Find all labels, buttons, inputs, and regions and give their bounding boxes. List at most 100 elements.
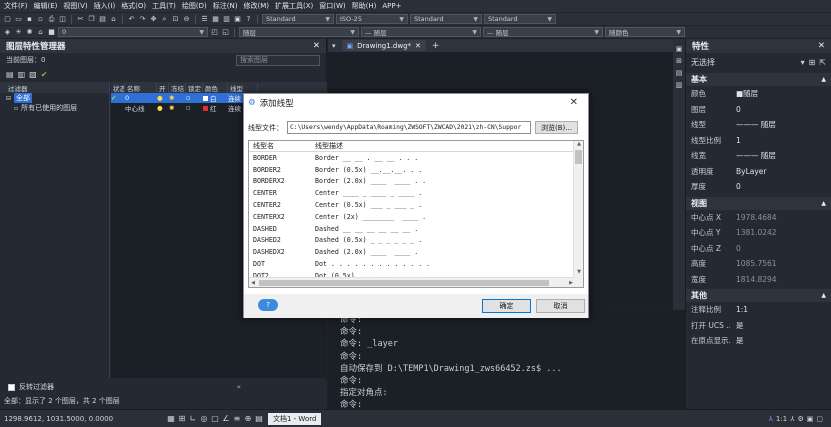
property-section-header[interactable]: 其他 ▲	[686, 289, 831, 302]
property-row[interactable]: 中心点 Z 0	[686, 241, 831, 257]
delete-layer-icon[interactable]: ▧	[29, 70, 37, 79]
property-value[interactable]: 是	[730, 320, 831, 331]
property-row[interactable]: 厚度 0	[686, 179, 831, 195]
hscroll-thumb[interactable]	[259, 280, 549, 286]
quick-select-icon[interactable]: ⊞	[676, 57, 682, 65]
invert-filter-checkbox[interactable]	[8, 383, 15, 391]
command-history[interactable]: 命令: 命令: 命令: _layer 命令: 自动保存到 D:\TEMP1\Drawin…	[328, 310, 685, 410]
dim-style-select[interactable]: ISO-25 ▼	[336, 14, 408, 24]
horizontal-scrollbar[interactable]: ◀ ▶	[249, 277, 575, 287]
linetype-list[interactable]: 线型名 线型描述 BORDER Border __ __ . __ __ . . …	[248, 140, 584, 288]
col-linetype-name[interactable]: 线型名	[249, 141, 315, 151]
paste-icon[interactable]: ▤	[98, 15, 107, 24]
property-section-header[interactable]: 基本 ▲	[686, 73, 831, 86]
collapse-arrow-icon[interactable]: «	[237, 383, 241, 391]
help-button[interactable]: ?	[258, 299, 278, 311]
make-current-icon[interactable]: ◰	[210, 28, 219, 37]
property-value[interactable]: 0	[730, 244, 831, 253]
fullscreen-icon[interactable]: ▢	[816, 415, 823, 423]
tab-menu-icon[interactable]: ▾	[332, 42, 336, 50]
new-layer-vp-icon[interactable]: ▥	[18, 70, 26, 79]
menu-item[interactable]: 文件(F)	[4, 1, 28, 11]
property-row[interactable]: 注释比例 1:1	[686, 302, 831, 318]
collapse-icon[interactable]: ▲	[821, 292, 826, 299]
zoom-icon[interactable]: ⌕	[160, 15, 169, 24]
vertical-scrollbar[interactable]: ▲ ▼	[573, 141, 583, 287]
property-value[interactable]: 0	[730, 105, 831, 114]
lightbulb-icon[interactable]: ☀	[14, 28, 23, 37]
layer-color[interactable]: 白	[203, 93, 228, 103]
property-value[interactable]: 1978.4684	[730, 213, 831, 222]
linetype-file-path[interactable]: C:\Users\wendy\AppData\Roaming\ZWSOFT\ZW…	[287, 121, 531, 134]
menu-item[interactable]: 修改(M)	[243, 1, 269, 11]
property-row[interactable]: 打开 UCS ... 是	[686, 318, 831, 334]
unlock-icon[interactable]: ▫	[186, 94, 203, 102]
undo-icon[interactable]: ↶	[127, 15, 136, 24]
quick-select-icon[interactable]: ⊞	[809, 58, 816, 67]
scroll-down-icon[interactable]: ▼	[574, 269, 583, 277]
property-value[interactable]: 1	[730, 136, 831, 145]
filter-used-layers[interactable]: ▫ 所有已使用的图层	[0, 103, 109, 113]
match-icon[interactable]: ⌂	[109, 15, 118, 24]
print-icon[interactable]: ⎙	[47, 15, 56, 24]
tool-palette-icon[interactable]: ▥	[222, 15, 231, 24]
menu-item[interactable]: 插入(I)	[94, 1, 116, 11]
sun-icon[interactable]: ✺	[25, 28, 34, 37]
osnap-icon[interactable]: ▢	[210, 414, 220, 424]
property-row[interactable]: 图层 0	[686, 102, 831, 118]
property-row[interactable]: 线宽 ——— 随层	[686, 148, 831, 164]
plotstyle-select[interactable]: 随颜色 ▼	[605, 27, 685, 37]
search-layer-input[interactable]: 搜索图层	[236, 54, 320, 66]
col-lock[interactable]: 锁定	[186, 82, 203, 93]
lightbulb-icon[interactable]: ●	[157, 104, 169, 112]
menu-item[interactable]: APP+	[382, 2, 401, 10]
linetype-row[interactable]: CENTER2 Center (0.5x) ___ _ ___ _ .	[249, 199, 583, 211]
copy-icon[interactable]: ❐	[87, 15, 96, 24]
close-icon[interactable]: ✕	[818, 41, 825, 51]
property-value[interactable]: ByLayer	[730, 167, 831, 176]
mleader-style-select[interactable]: Standard ▼	[484, 14, 556, 24]
close-icon[interactable]: ✕	[570, 97, 578, 108]
linetype-select[interactable]: — 随层 ▼	[361, 27, 481, 37]
property-row[interactable]: 颜色 ■随层	[686, 86, 831, 102]
zoom-window-icon[interactable]: ⊡	[171, 15, 180, 24]
layer-previous-icon[interactable]: ◱	[221, 28, 230, 37]
property-value[interactable]: ——— 随层	[730, 150, 831, 161]
scroll-thumb[interactable]	[575, 150, 582, 164]
property-value[interactable]: 是	[730, 335, 831, 346]
tab-drawing1[interactable]: ▣ Drawing1.dwg* ✕	[341, 40, 426, 51]
property-row[interactable]: 线型比例 1	[686, 133, 831, 149]
cancel-button[interactable]: 取消	[536, 299, 585, 313]
linetype-row[interactable]: BORDERX2 Border (2.0x) ____ ____ . .	[249, 176, 583, 188]
menu-item[interactable]: 视图(V)	[63, 1, 87, 11]
sun-icon[interactable]: ✺	[169, 94, 186, 102]
cut-icon[interactable]: ✂	[76, 15, 85, 24]
property-value[interactable]: ■随层	[730, 88, 831, 99]
col-color[interactable]: 颜色	[203, 82, 228, 93]
scroll-right-icon[interactable]: ▶	[567, 278, 575, 287]
property-row[interactable]: 高度 1085.7561	[686, 256, 831, 272]
save-as-icon[interactable]: ▫	[36, 15, 45, 24]
block-icon[interactable]: ▤	[676, 69, 683, 77]
linetype-row[interactable]: BORDER Border __ __ . __ __ . . .	[249, 152, 583, 164]
menu-item[interactable]: 扩展工具(X)	[275, 1, 313, 11]
grid-icon[interactable]: ▦	[166, 414, 176, 424]
sun-icon[interactable]: ✺	[169, 104, 186, 112]
lock-icon[interactable]: ⌂	[36, 28, 45, 37]
lineweight-select[interactable]: — 随层 ▼	[483, 27, 603, 37]
layer-color[interactable]: 红	[203, 103, 228, 113]
annotation-icon[interactable]: ⅄	[769, 415, 773, 423]
snap-icon[interactable]: ⊞	[177, 414, 187, 424]
otrack-icon[interactable]: ∠	[221, 414, 231, 424]
linetype-row[interactable]: DOT Dot . . . . . . . . . . . . .	[249, 258, 583, 270]
ok-button[interactable]: 确定	[482, 299, 531, 313]
property-value[interactable]: 1814.8294	[730, 275, 831, 284]
linetype-row[interactable]: DASHED2 Dashed (0.5x) _ _ _ _ _ _ .	[249, 235, 583, 247]
col-freeze[interactable]: 冻结	[169, 82, 186, 93]
property-row[interactable]: 中心点 Y 1381.0242	[686, 225, 831, 241]
workspace-icon[interactable]: ⚙	[797, 415, 803, 423]
open-file-icon[interactable]: ▭	[14, 15, 23, 24]
menu-item[interactable]: 标注(N)	[213, 1, 238, 11]
menu-item[interactable]: 帮助(H)	[352, 1, 377, 11]
property-row[interactable]: 线型 ——— 随层	[686, 117, 831, 133]
